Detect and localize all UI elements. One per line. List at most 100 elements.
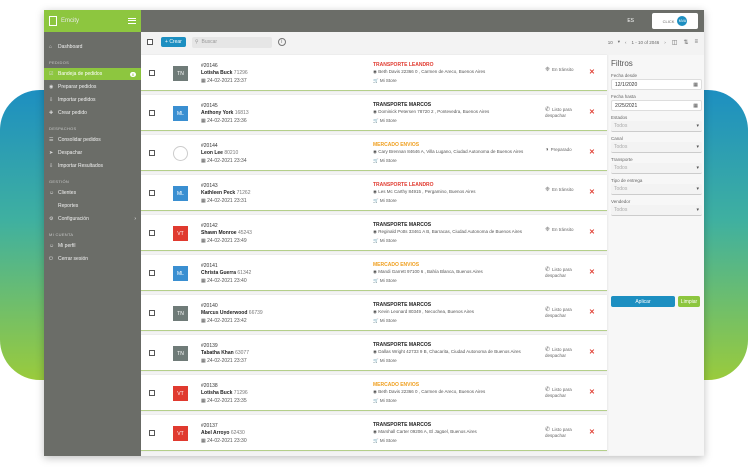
transporte-label: Transporte	[611, 157, 633, 162]
sidebar-item-importar-res[interactable]: ⇩ Importar Resultados	[44, 160, 141, 172]
customer-number: 71296	[233, 70, 248, 76]
chevron-right-icon: ›	[134, 216, 136, 222]
cancel-order-icon[interactable]: ✕	[589, 268, 595, 276]
calendar-icon[interactable]: ▦	[693, 82, 698, 88]
vendedor-select[interactable]: Todos ▾	[611, 205, 702, 216]
app-logo-icon	[49, 16, 57, 26]
calendar-icon: ▦	[201, 318, 206, 324]
order-row[interactable]: TN #20139 Tabatha Khan 63077 ▦ 24-02-2021 2…	[141, 335, 607, 371]
language-selector[interactable]: ES	[627, 18, 634, 24]
order-id[interactable]: #20140	[201, 303, 218, 309]
sidebar-item-importar[interactable]: ⇩ Importar pedidos	[44, 94, 141, 106]
row-checkbox[interactable]	[149, 390, 155, 396]
date-to-field[interactable]: 2/25/2021 ▦	[611, 100, 702, 111]
chevron-down-icon: ▾	[696, 123, 699, 129]
estados-label: Estados	[611, 115, 628, 120]
order-id[interactable]: #20145	[201, 103, 218, 109]
cancel-order-icon[interactable]: ✕	[589, 148, 595, 156]
prev-page-icon[interactable]: ‹	[625, 40, 627, 45]
cancel-order-icon[interactable]: ✕	[589, 68, 595, 76]
sidebar-item-despachar[interactable]: ➤ Despachar	[44, 147, 141, 159]
row-checkbox[interactable]	[149, 110, 155, 116]
calendar-icon: ▦	[201, 118, 206, 124]
order-id[interactable]: #20139	[201, 343, 218, 349]
clear-button[interactable]: Limpiar	[678, 296, 700, 307]
order-row[interactable]: TN #20146 Lotisha Buck 71296 ▦ 24-02-2021 2…	[141, 55, 607, 91]
customer-name-text: Shawn Monroe	[201, 230, 237, 236]
cancel-order-icon[interactable]: ✕	[589, 348, 595, 356]
row-checkbox[interactable]	[149, 150, 155, 156]
carrier-name: TRANSPORTE MARCOS	[373, 422, 432, 428]
sidebar-item-crear[interactable]: ✚ Crear pedido	[44, 107, 141, 119]
transporte-select[interactable]: Todos ▾	[611, 163, 702, 174]
order-row[interactable]: VT #20137 Abel Arroyo 62430 ▦ 24-02-2021 23…	[141, 415, 607, 451]
calendar-icon[interactable]: ▦	[693, 103, 698, 109]
carrier-name: TRANSPORTE LEANDRO	[373, 62, 434, 68]
next-page-icon[interactable]: ›	[664, 40, 666, 45]
order-id[interactable]: #20137	[201, 423, 218, 429]
order-id[interactable]: #20146	[201, 63, 218, 69]
filter-icon[interactable]: ≡	[694, 39, 698, 45]
row-checkbox[interactable]	[149, 230, 155, 236]
filter-actions: Aplicar Limpiar	[611, 296, 700, 307]
sidebar-item-bandeja[interactable]: ☑ Bandeja de pedidos 8	[44, 68, 141, 80]
date-from-field[interactable]: 12/1/2020 ▦	[611, 79, 702, 90]
row-checkbox[interactable]	[149, 270, 155, 276]
canal-label: Canal	[611, 136, 623, 141]
cancel-order-icon[interactable]: ✕	[589, 188, 595, 196]
canal-select[interactable]: Todos ▾	[611, 142, 702, 153]
store-name-text: Mi Store	[379, 438, 397, 443]
delivery-address: ◉ Dallas Wright 42733 9 B, Chacarita, Ci…	[373, 349, 521, 355]
sidebar-item-clientes[interactable]: ☺ Clientes	[44, 187, 141, 199]
info-icon[interactable]: i	[277, 38, 286, 46]
sidebar-item-consolidar[interactable]: ☰ Consolidar pedidos	[44, 134, 141, 146]
sidebar-item-preparar[interactable]: ◉ Preparar pedidos	[44, 81, 141, 93]
order-status: ✆ Listo para despachar	[545, 387, 585, 399]
sort-icon[interactable]: ⇅	[683, 39, 688, 46]
order-id[interactable]: #20144	[201, 143, 218, 149]
order-date-text: 24-02-2021 23:49	[207, 238, 247, 244]
hamburger-menu-icon[interactable]	[128, 18, 136, 24]
order-id[interactable]: #20143	[201, 183, 218, 189]
order-row[interactable]: ML #20143 Kathleen Peck 71262 ▦ 24-02-2021 …	[141, 175, 607, 211]
delivery-address-text: Beth Davis 22366 0 , Carmen de Areco, Bu…	[378, 69, 486, 74]
order-row[interactable]: VT #20142 Shawn Monroe 45243 ▦ 24-02-2021 2…	[141, 215, 607, 251]
cancel-order-icon[interactable]: ✕	[589, 428, 595, 436]
per-page-chevron-icon[interactable]: ▾	[618, 39, 620, 45]
sidebar-item-perfil[interactable]: ☺ Mi perfil	[44, 240, 141, 252]
search-input[interactable]: Buscar	[202, 39, 218, 45]
row-checkbox[interactable]	[149, 430, 155, 436]
sidebar-item-cerrar[interactable]: ⏻ Cerrar sesión	[44, 253, 141, 265]
order-id[interactable]: #20141	[201, 263, 218, 269]
row-checkbox[interactable]	[149, 310, 155, 316]
estados-select[interactable]: Todos ▾	[611, 121, 702, 132]
order-id[interactable]: #20142	[201, 223, 218, 229]
sidebar-item-label: Consolidar pedidos	[58, 137, 101, 143]
create-order-button[interactable]: + Crear	[161, 37, 186, 47]
order-row[interactable]: ML #20141 Christa Guerra 61342 ▦ 24-02-2021…	[141, 255, 607, 291]
apply-button[interactable]: Aplicar	[611, 296, 675, 307]
sidebar-item-dashboard[interactable]: ⌂ Dashboard	[44, 41, 141, 53]
customer-name-text: Lotisha Buck	[201, 70, 233, 76]
sidebar-item-reportes[interactable]: Reportes	[44, 200, 141, 212]
order-row[interactable]: ML #20145 Anthony York 16813 ▦ 24-02-2021 2…	[141, 95, 607, 131]
per-page-select[interactable]: 10	[608, 40, 613, 45]
cancel-order-icon[interactable]: ✕	[589, 108, 595, 116]
order-row[interactable]: VT #20138 Lotisha Buck 71296 ▦ 24-02-2021 2…	[141, 375, 607, 411]
order-row[interactable]: TN #20140 Marcus Underwood 66739 ▦ 24-02-20…	[141, 295, 607, 331]
app-name: Emcity	[61, 18, 79, 24]
row-checkbox[interactable]	[149, 70, 155, 76]
cancel-order-icon[interactable]: ✕	[589, 308, 595, 316]
cart-icon: 🛒	[373, 398, 379, 403]
sidebar-item-configuracion[interactable]: ⚙ Configuración ›	[44, 213, 141, 225]
row-checkbox[interactable]	[149, 190, 155, 196]
select-all-checkbox[interactable]	[147, 39, 153, 45]
cancel-order-icon[interactable]: ✕	[589, 388, 595, 396]
columns-icon[interactable]: ◫	[672, 39, 678, 46]
search-box[interactable]: ⚲ Buscar	[191, 36, 272, 48]
cancel-order-icon[interactable]: ✕	[589, 228, 595, 236]
order-id[interactable]: #20138	[201, 383, 218, 389]
order-row[interactable]: #20144 Leon Lee 80210 ▦ 24-02-2021 23:34 ME…	[141, 135, 607, 171]
tipo-entrega-select[interactable]: Todos ▾	[611, 184, 702, 195]
row-checkbox[interactable]	[149, 350, 155, 356]
